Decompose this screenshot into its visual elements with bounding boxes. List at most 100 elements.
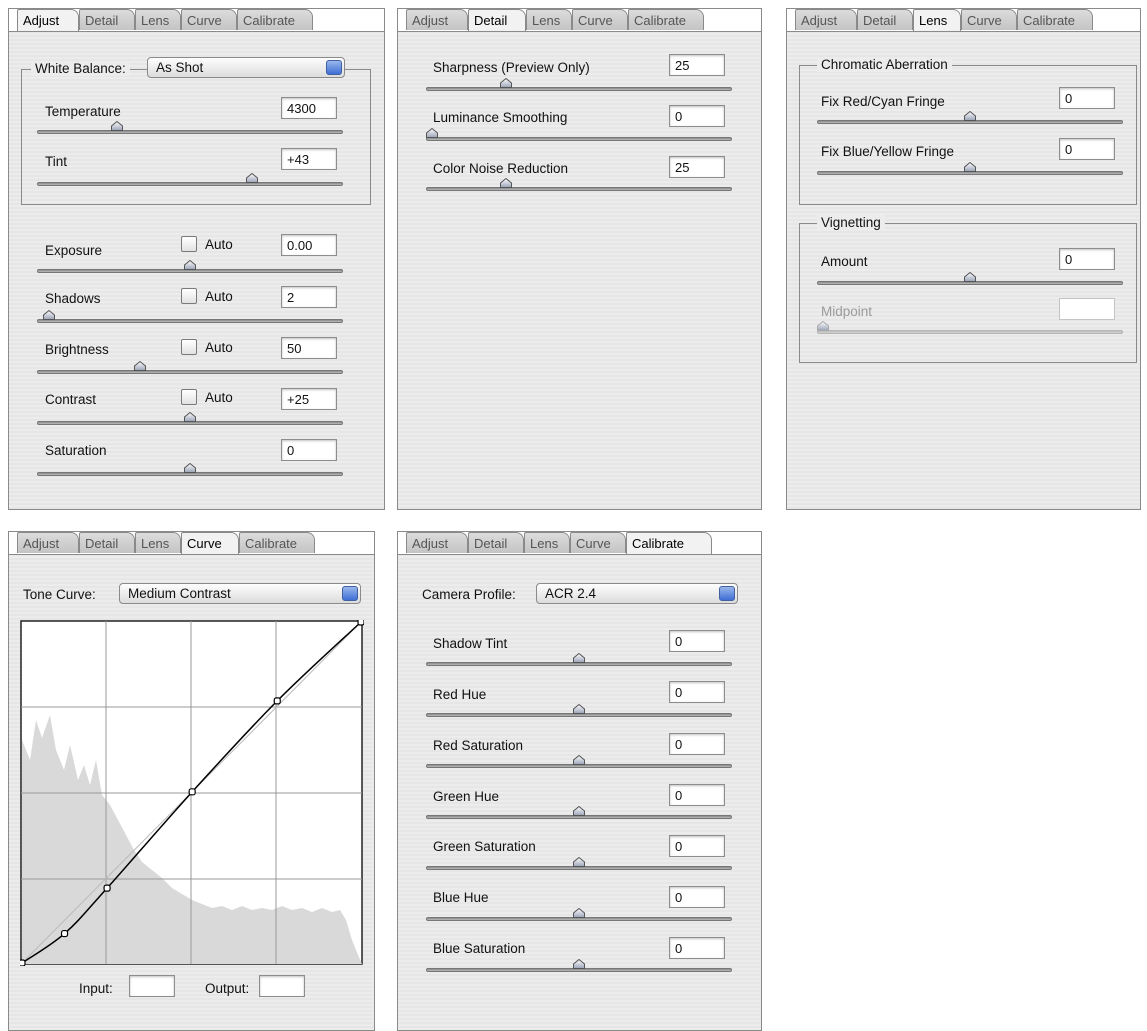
- tab-calibrate[interactable]: Calibrate: [237, 9, 313, 30]
- tab-lens[interactable]: Lens: [526, 9, 572, 30]
- blue-saturation-input[interactable]: 0: [669, 937, 725, 959]
- curve-control-point[interactable]: [20, 959, 26, 966]
- tab-lens[interactable]: Lens: [524, 532, 570, 553]
- tab-detail[interactable]: Detail: [468, 9, 526, 31]
- slider-thumb[interactable]: [964, 111, 976, 121]
- slider-thumb[interactable]: [573, 857, 585, 867]
- slider-thumb[interactable]: [134, 361, 147, 371]
- luminance-smoothing-input[interactable]: 0: [669, 105, 725, 127]
- slider-thumb[interactable]: [110, 121, 123, 131]
- exposure-input[interactable]: 0.00: [281, 234, 337, 256]
- fix-blue-yellow-input[interactable]: 0: [1059, 138, 1115, 160]
- output-field[interactable]: [259, 975, 305, 997]
- slider-thumb[interactable]: [964, 272, 976, 282]
- exposure-auto-checkbox[interactable]: [181, 236, 197, 252]
- fix-blue-yellow-label: Fix Blue/Yellow Fringe: [821, 144, 955, 159]
- slider-thumb[interactable]: [499, 78, 512, 88]
- white-balance-select[interactable]: As Shot: [147, 57, 345, 78]
- curve-panel: Adjust Detail Lens Curve Calibrate Tone …: [8, 531, 375, 1031]
- slider-thumb[interactable]: [964, 162, 976, 172]
- contrast-auto-checkbox[interactable]: [181, 389, 197, 405]
- brightness-input[interactable]: 50: [281, 337, 337, 359]
- brightness-auto-checkbox[interactable]: [181, 339, 197, 355]
- shadows-input[interactable]: 2: [281, 286, 337, 308]
- sharpness-input[interactable]: 25: [669, 54, 725, 76]
- calibrate-panel: Adjust Detail Lens Curve Calibrate Camer…: [397, 531, 762, 1031]
- slider-thumb[interactable]: [573, 959, 585, 969]
- slider-thumb[interactable]: [573, 653, 585, 663]
- slider-thumb[interactable]: [426, 128, 438, 138]
- slider-thumb[interactable]: [184, 260, 196, 270]
- tint-label: Tint: [45, 154, 68, 169]
- tint-slider[interactable]: [37, 182, 343, 186]
- tab-adjust[interactable]: Adjust: [406, 532, 468, 553]
- slider-thumb[interactable]: [42, 310, 55, 320]
- saturation-input[interactable]: 0: [281, 439, 337, 461]
- curve-control-point[interactable]: [103, 884, 111, 892]
- tab-adjust[interactable]: Adjust: [795, 9, 857, 30]
- green-saturation-input[interactable]: 0: [669, 835, 725, 857]
- tab-curve[interactable]: Curve: [181, 532, 239, 554]
- luminance-smoothing-slider[interactable]: [426, 137, 732, 141]
- slider-thumb[interactable]: [573, 755, 585, 765]
- blue-hue-input[interactable]: 0: [669, 886, 725, 908]
- tab-lens[interactable]: Lens: [135, 9, 181, 30]
- green-hue-input[interactable]: 0: [669, 784, 725, 806]
- camera-profile-select[interactable]: ACR 2.4: [536, 583, 738, 604]
- tab-lens[interactable]: Lens: [135, 532, 181, 553]
- tab-calibrate[interactable]: Calibrate: [239, 532, 315, 553]
- red-hue-label: Red Hue: [433, 687, 487, 702]
- tab-calibrate[interactable]: Calibrate: [1017, 9, 1093, 30]
- midpoint-label: Midpoint: [821, 304, 873, 319]
- tone-curve-graph[interactable]: [20, 620, 364, 966]
- slider-thumb[interactable]: [184, 463, 196, 473]
- tab-curve[interactable]: Curve: [181, 9, 237, 30]
- tab-lens[interactable]: Lens: [913, 9, 961, 31]
- shadow-tint-input[interactable]: 0: [669, 630, 725, 652]
- tab-adjust[interactable]: Adjust: [17, 9, 79, 31]
- slider-thumb[interactable]: [499, 178, 512, 188]
- slider-thumb[interactable]: [245, 173, 258, 183]
- chevron-up-down-icon: [719, 586, 735, 601]
- slider-thumb[interactable]: [817, 321, 829, 331]
- shadow-tint-label: Shadow Tint: [433, 636, 508, 651]
- color-noise-input[interactable]: 25: [669, 156, 725, 178]
- tone-curve-select[interactable]: Medium Contrast: [119, 583, 361, 604]
- tab-curve[interactable]: Curve: [961, 9, 1017, 30]
- tab-adjust[interactable]: Adjust: [17, 532, 79, 553]
- tint-input[interactable]: +43: [281, 148, 337, 170]
- curve-control-point[interactable]: [188, 788, 196, 796]
- tab-detail[interactable]: Detail: [857, 9, 913, 30]
- color-noise-slider[interactable]: [426, 187, 732, 191]
- brightness-auto-label: Auto: [205, 340, 233, 355]
- exposure-label: Exposure: [45, 243, 103, 258]
- curve-control-point[interactable]: [357, 620, 364, 626]
- tab-detail[interactable]: Detail: [79, 9, 135, 30]
- tab-adjust[interactable]: Adjust: [406, 9, 468, 30]
- curve-control-point[interactable]: [273, 697, 281, 705]
- input-field[interactable]: [129, 975, 175, 997]
- input-label: Input:: [79, 981, 113, 996]
- tab-detail[interactable]: Detail: [468, 532, 524, 553]
- curve-control-point[interactable]: [60, 929, 69, 938]
- slider-thumb[interactable]: [573, 806, 585, 816]
- slider-thumb[interactable]: [573, 704, 585, 714]
- contrast-input[interactable]: +25: [281, 388, 337, 410]
- sharpness-slider[interactable]: [426, 87, 732, 91]
- shadows-auto-checkbox[interactable]: [181, 288, 197, 304]
- tab-detail[interactable]: Detail: [79, 532, 135, 553]
- temperature-slider[interactable]: [37, 130, 343, 134]
- tab-curve[interactable]: Curve: [570, 532, 626, 553]
- slider-thumb[interactable]: [184, 412, 196, 422]
- slider-thumb[interactable]: [573, 908, 585, 918]
- tab-calibrate[interactable]: Calibrate: [626, 532, 712, 554]
- shadows-slider[interactable]: [37, 319, 343, 323]
- brightness-slider[interactable]: [37, 370, 343, 374]
- amount-input[interactable]: 0: [1059, 248, 1115, 270]
- red-hue-input[interactable]: 0: [669, 681, 725, 703]
- tab-curve[interactable]: Curve: [572, 9, 628, 30]
- fix-red-cyan-input[interactable]: 0: [1059, 87, 1115, 109]
- red-saturation-input[interactable]: 0: [669, 733, 725, 755]
- temperature-input[interactable]: 4300: [281, 97, 337, 119]
- tab-calibrate[interactable]: Calibrate: [628, 9, 704, 30]
